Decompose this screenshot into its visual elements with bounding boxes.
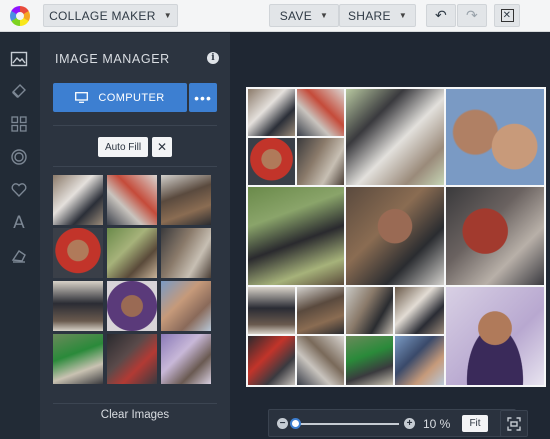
collage-cell[interactable] (248, 287, 295, 334)
clear-selection-button[interactable]: ✕ (152, 137, 172, 157)
app-title-dropdown[interactable]: COLLAGE MAKER ▼ (43, 4, 178, 27)
collage-canvas[interactable] (246, 87, 546, 387)
share-button[interactable]: SHARE ▼ (339, 4, 416, 27)
collage-cell[interactable] (297, 89, 344, 136)
thumbnail[interactable] (161, 175, 211, 225)
collage-cell[interactable] (395, 336, 444, 385)
save-button[interactable]: SAVE ▼ (269, 4, 339, 27)
collage-cell[interactable] (297, 138, 344, 185)
zoom-slider-track[interactable] (291, 423, 399, 425)
clear-images-button[interactable]: Clear Images (53, 409, 217, 421)
thumbnail-grid (53, 175, 211, 386)
collage-cell[interactable] (346, 287, 393, 334)
thumbnail[interactable] (53, 334, 103, 384)
divider (53, 125, 217, 126)
app-logo-icon (10, 6, 30, 26)
divider (53, 403, 217, 404)
eraser-icon[interactable] (9, 246, 29, 266)
collage-cell[interactable] (248, 138, 295, 185)
monitor-icon (75, 92, 89, 103)
thumbnail[interactable] (107, 334, 157, 384)
thumbnail[interactable] (161, 228, 211, 278)
thumbnail[interactable] (107, 281, 157, 331)
app-title: COLLAGE MAKER (49, 8, 156, 23)
panel-title: IMAGE MANAGER (55, 52, 170, 66)
image-manager-panel: IMAGE MANAGER i COMPUTER ••• Auto Fill ✕… (40, 33, 230, 439)
undo-icon: ↶ (434, 7, 448, 23)
caret-down-icon: ▼ (320, 11, 329, 20)
close-icon: ✕ (500, 9, 514, 22)
thumbnail[interactable] (161, 334, 211, 384)
collage-cell[interactable] (248, 187, 344, 285)
more-sources-button[interactable]: ••• (189, 83, 217, 112)
fullscreen-icon (507, 416, 521, 431)
thumbnail[interactable] (107, 175, 157, 225)
undo-button[interactable]: ↶ (426, 4, 456, 27)
auto-fill-button[interactable]: Auto Fill (98, 137, 148, 157)
close-button[interactable]: ✕ (494, 4, 520, 27)
redo-button[interactable]: ↷ (457, 4, 487, 27)
upload-computer-button[interactable]: COMPUTER (53, 83, 187, 112)
zoom-bar: − + 10 % Fit (268, 409, 516, 437)
collage-cell[interactable] (446, 89, 544, 185)
collage-cell[interactable] (446, 287, 544, 385)
thumbnail[interactable] (53, 228, 103, 278)
caret-down-icon: ▼ (398, 11, 408, 20)
info-icon[interactable]: i (207, 52, 219, 64)
zoom-value: 10 % (423, 417, 451, 431)
redo-icon: ↷ (465, 7, 479, 23)
layout-icon[interactable] (9, 49, 29, 69)
tool-rail: A (0, 33, 40, 439)
top-bar: COLLAGE MAKER ▼ SAVE ▼ SHARE ▼ ↶ ↷ ✕ (0, 0, 550, 32)
fit-button[interactable]: Fit (462, 415, 488, 432)
collage-cell[interactable] (346, 336, 393, 385)
collage-cell[interactable] (395, 287, 444, 334)
heart-icon[interactable] (9, 180, 29, 200)
shape-icon[interactable] (9, 147, 29, 167)
collage-cell[interactable] (346, 89, 444, 185)
thumbnail[interactable] (53, 175, 103, 225)
collage-cell[interactable] (297, 336, 344, 385)
collage-cell[interactable] (446, 187, 544, 285)
thumbnail[interactable] (107, 228, 157, 278)
collage-cell[interactable] (297, 287, 344, 334)
grid-icon[interactable] (9, 114, 29, 134)
text-icon[interactable]: A (9, 213, 29, 233)
zoom-slider-handle[interactable] (289, 418, 301, 429)
thumbnail[interactable] (161, 281, 211, 331)
collage-cell[interactable] (248, 89, 295, 136)
zoom-in-button[interactable]: + (404, 418, 415, 429)
collage-cell[interactable] (346, 187, 444, 285)
fullscreen-button[interactable] (500, 410, 528, 437)
collage-cell[interactable] (248, 336, 295, 385)
caret-down-icon: ▼ (163, 11, 172, 20)
thumbnail[interactable] (53, 281, 103, 331)
save-label: SAVE (279, 8, 313, 23)
divider (53, 166, 217, 167)
background-icon[interactable] (9, 81, 29, 101)
share-label: SHARE (347, 8, 391, 23)
computer-label: COMPUTER (98, 91, 165, 104)
canvas-area: − + 10 % Fit (230, 33, 550, 439)
zoom-out-button[interactable]: − (277, 418, 288, 429)
